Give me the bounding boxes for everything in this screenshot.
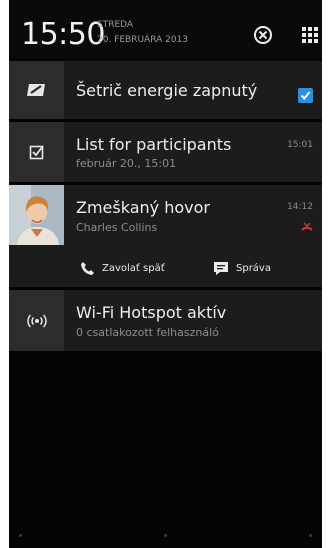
status-header: 15:50 STREDA 20. FEBRUÁRA 2013 — [9, 0, 322, 58]
notification-hotspot[interactable]: Wi-Fi Hotspot aktív 0 csatlakozott felha… — [9, 290, 322, 351]
notification-title: List for participants — [76, 135, 232, 154]
message-label: Správa — [236, 262, 271, 274]
notification-subtitle: február 20., 15:01 — [76, 157, 177, 170]
date: 20. FEBRUÁRA 2013 — [97, 35, 189, 45]
grid-icon — [302, 27, 318, 43]
notification-task[interactable]: List for participants február 20., 15:01… — [9, 122, 322, 182]
notification-subtitle: 0 csatlakozott felhasználó — [76, 326, 219, 339]
notification-icon-block — [9, 61, 64, 119]
notification-missed-call[interactable]: Zmeškaný hovor Charles Collins 14:12 Zav… — [9, 185, 322, 287]
notification-time: 15:01 — [287, 140, 313, 150]
phone-icon — [81, 262, 94, 275]
caller-name: Charles Collins — [76, 221, 158, 234]
notification-power-saver[interactable]: Šetrič energie zapnutý — [9, 61, 322, 119]
power-saver-checkbox[interactable] — [298, 88, 313, 103]
quick-settings-button[interactable] — [298, 23, 322, 47]
contact-avatar — [9, 185, 64, 245]
notification-title: Zmeškaný hovor — [76, 198, 210, 217]
notification-title: Šetrič energie zapnutý — [76, 81, 258, 100]
close-circle-icon — [254, 26, 272, 44]
notification-time: 14:12 — [287, 202, 313, 212]
battery-saver-icon — [26, 84, 45, 96]
hotspot-icon — [26, 313, 47, 328]
notification-title: Wi-Fi Hotspot aktív — [76, 303, 227, 322]
call-back-button[interactable]: Zavolať späť — [80, 261, 165, 276]
notification-shade: 15:50 STREDA 20. FEBRUÁRA 2013 Šetrič en… — [9, 0, 322, 548]
message-icon — [214, 262, 228, 275]
missed-call-icon — [301, 222, 313, 231]
checkmark-icon — [300, 91, 311, 101]
checkbox-task-icon — [29, 145, 44, 160]
notification-icon-block — [9, 122, 64, 182]
notification-icon-block — [9, 290, 64, 351]
message-button[interactable]: Správa — [213, 261, 271, 276]
call-back-label: Zavolať späť — [102, 262, 165, 274]
day-of-week: STREDA — [97, 20, 134, 30]
clear-all-button[interactable] — [251, 23, 275, 47]
clock: 15:50 — [21, 17, 105, 52]
